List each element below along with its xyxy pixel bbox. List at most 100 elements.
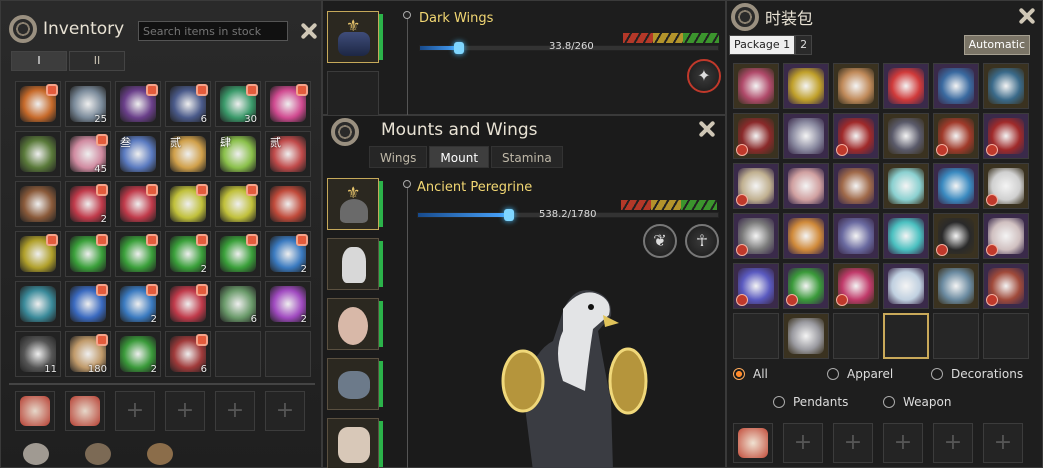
filter-decorations[interactable]: Decorations (931, 367, 1023, 381)
fashion-slot[interactable] (883, 213, 929, 259)
fashion-slot[interactable] (883, 113, 929, 159)
fashion-slot[interactable] (733, 163, 779, 209)
inventory-slot[interactable] (65, 231, 111, 277)
inventory-slot[interactable] (15, 281, 61, 327)
fashion-slot[interactable] (983, 263, 1029, 309)
add-slot-button[interactable]: + (215, 391, 255, 431)
fashion-slot[interactable] (733, 213, 779, 259)
mount-slot[interactable] (327, 418, 383, 468)
inventory-slot[interactable] (215, 181, 261, 227)
inventory-slot[interactable] (265, 81, 311, 127)
add-slot-button[interactable]: + (783, 423, 823, 463)
add-slot-button[interactable]: + (115, 391, 155, 431)
fashion-slot[interactable] (983, 213, 1029, 259)
fashion-slot[interactable] (833, 263, 879, 309)
inventory-slot[interactable] (15, 231, 61, 277)
inventory-slot[interactable] (115, 181, 161, 227)
add-slot-button[interactable]: + (833, 423, 873, 463)
fashion-slot[interactable] (833, 63, 879, 109)
inventory-slot[interactable]: 2 (115, 331, 161, 377)
close-icon[interactable] (697, 120, 715, 138)
fashion-slot[interactable] (833, 313, 879, 359)
inventory-slot[interactable] (65, 281, 111, 327)
fashion-slot[interactable] (783, 63, 829, 109)
filter-pendants[interactable]: Pendants (773, 395, 848, 409)
fashion-slot[interactable] (733, 263, 779, 309)
fashion-slot[interactable] (883, 313, 929, 359)
material-icon[interactable] (19, 439, 53, 468)
fashion-slot[interactable] (883, 63, 929, 109)
fashion-slot[interactable] (733, 313, 779, 359)
fashion-slot[interactable] (933, 213, 979, 259)
inventory-slot[interactable] (265, 181, 311, 227)
party-icon[interactable]: ☥ (685, 224, 719, 258)
fashion-slot[interactable] (983, 313, 1029, 359)
automatic-button[interactable]: Automatic (963, 35, 1030, 55)
inventory-slot[interactable] (165, 281, 211, 327)
fashion-slot[interactable] (933, 63, 979, 109)
material-icon[interactable] (143, 439, 177, 468)
fashion-slot[interactable] (783, 263, 829, 309)
add-slot-button[interactable]: + (983, 423, 1023, 463)
inventory-slot[interactable] (165, 181, 211, 227)
inventory-slot[interactable] (215, 331, 261, 377)
inventory-slot[interactable]: 6 (215, 281, 261, 327)
inventory-slot[interactable] (15, 181, 61, 227)
fashion-slot[interactable] (983, 63, 1029, 109)
fashion-slot[interactable] (783, 113, 829, 159)
fashion-bag-slot[interactable] (733, 423, 773, 463)
inventory-slot[interactable]: 贰 (265, 131, 311, 177)
mount-slot[interactable] (327, 358, 383, 410)
fashion-slot[interactable] (983, 113, 1029, 159)
chest-slot[interactable] (65, 391, 105, 431)
inventory-slot[interactable]: 2 (265, 281, 311, 327)
mount-slot[interactable]: ⚜ (327, 178, 383, 230)
add-slot-button[interactable]: + (165, 391, 205, 431)
mount-slot[interactable] (327, 238, 383, 290)
tab-wings[interactable]: Wings (369, 146, 428, 168)
inventory-slot[interactable]: 叁 (115, 131, 161, 177)
inventory-slot[interactable] (115, 231, 161, 277)
wings-upgrade-button[interactable]: ✦ (687, 59, 721, 93)
inventory-slot[interactable]: 6 (165, 331, 211, 377)
inventory-slot[interactable]: 45 (65, 131, 111, 177)
inventory-slot[interactable]: 180 (65, 331, 111, 377)
tab-package-2[interactable]: 2 (795, 35, 813, 55)
fashion-slot[interactable] (783, 313, 829, 359)
close-icon[interactable] (1017, 7, 1035, 25)
fashion-slot[interactable] (783, 163, 829, 209)
inventory-slot[interactable]: 2 (65, 181, 111, 227)
fashion-slot[interactable] (883, 163, 929, 209)
material-icon[interactable] (81, 439, 115, 468)
fashion-slot[interactable] (933, 163, 979, 209)
inventory-slot[interactable]: 肆 (215, 131, 261, 177)
fashion-slot[interactable] (933, 113, 979, 159)
inventory-slot[interactable] (265, 331, 311, 377)
tab-2[interactable]: II (69, 51, 125, 71)
mount-progress-knob[interactable] (503, 209, 514, 221)
add-slot-button[interactable]: + (883, 423, 923, 463)
tab-package-1[interactable]: Package 1 (729, 35, 796, 55)
inventory-slot[interactable]: 2 (165, 231, 211, 277)
fashion-slot[interactable] (933, 313, 979, 359)
inventory-slot[interactable]: 贰 (165, 131, 211, 177)
fashion-slot[interactable] (833, 213, 879, 259)
inventory-slot[interactable] (15, 81, 61, 127)
inventory-slot[interactable]: 2 (265, 231, 311, 277)
feather-icon[interactable]: ❦ (643, 224, 677, 258)
inventory-slot[interactable]: 2 (115, 281, 161, 327)
fashion-slot[interactable] (783, 213, 829, 259)
tab-stamina[interactable]: Stamina (491, 146, 563, 168)
tab-1[interactable]: I (11, 51, 67, 71)
filter-all[interactable]: All (733, 367, 768, 381)
inventory-slot[interactable]: 25 (65, 81, 111, 127)
inventory-slot[interactable] (115, 81, 161, 127)
fashion-slot[interactable] (733, 113, 779, 159)
fashion-slot[interactable] (833, 113, 879, 159)
filter-apparel[interactable]: Apparel (827, 367, 893, 381)
inventory-slot[interactable] (215, 231, 261, 277)
wings-slot[interactable]: ⚜ (327, 11, 383, 63)
add-slot-button[interactable]: + (933, 423, 973, 463)
search-input[interactable] (138, 21, 288, 41)
fashion-slot[interactable] (983, 163, 1029, 209)
